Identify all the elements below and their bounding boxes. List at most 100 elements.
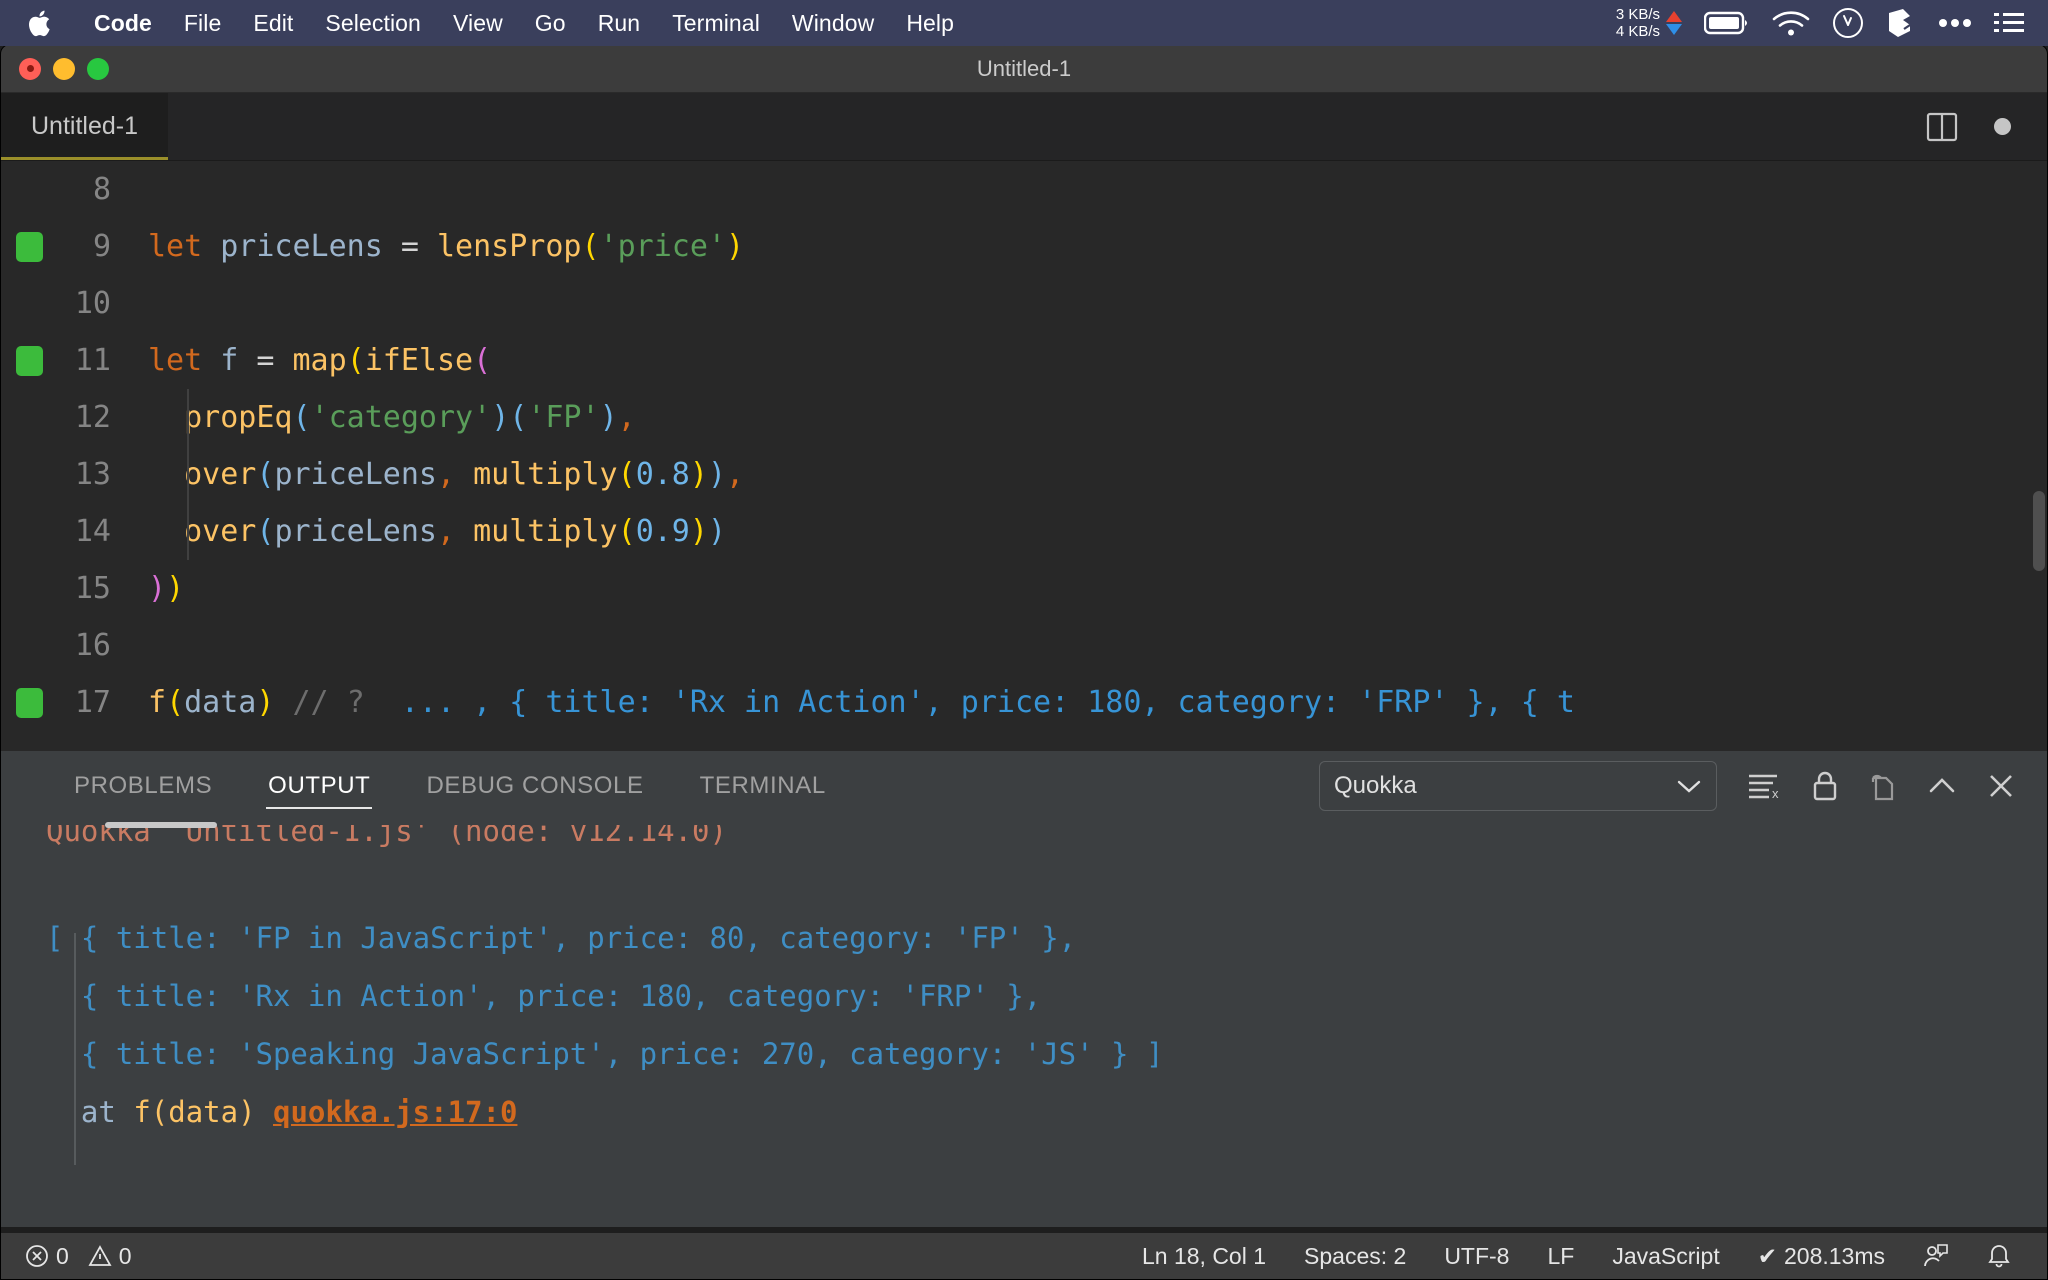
menu-item-file[interactable]: File [168,10,237,37]
code-token: 0.9 [635,514,690,549]
output-text: { title: 'Speaking JavaScript', price: 2… [46,1037,1164,1071]
code-line[interactable]: 11 let f = map(ifElse( [1,332,2047,389]
menu-item-go[interactable]: Go [519,10,582,37]
code-token: over [184,514,257,549]
code-token: priceLens [274,514,437,549]
status-language-mode[interactable]: JavaScript [1596,1243,1735,1270]
control-center-icon[interactable] [1994,11,2024,35]
zoom-button[interactable] [87,57,109,80]
output-line: { title: 'Speaking JavaScript', price: 2… [46,1025,2047,1083]
code-token: let [148,343,203,378]
quokka-live-marker-icon[interactable] [16,345,43,376]
output-line: [ { title: 'FP in JavaScript', price: 80… [46,909,2047,967]
panel-tab-bar: PROBLEMS OUTPUT DEBUG CONSOLE TERMINAL Q… [1,751,2047,821]
editor-actions [1926,93,2047,160]
code-line[interactable]: 15)) [1,560,2047,617]
panel-actions: Quokka x [1319,761,2047,811]
bell-icon [1987,1243,2011,1269]
output-text: [ { title: 'FP in JavaScript', price: 80… [46,921,1077,955]
menu-item-run[interactable]: Run [582,10,657,37]
tab-output[interactable]: OUTPUT [240,751,398,821]
code-line[interactable]: 17 f(data) // ? ... , { title: 'Rx in Act… [1,674,2047,731]
code-token: 0.8 [635,457,690,492]
network-speed-indicator[interactable]: 3 KB/s 4 KB/s [1616,6,1682,40]
code-token: ifElse [364,343,474,378]
code-line[interactable]: 9 let priceLens = lensProp('price') [1,218,2047,275]
code-token: ... , { title: 'Rx in Action', price: 18… [400,685,1575,720]
maximize-panel-icon[interactable] [1927,774,1957,798]
close-panel-icon[interactable] [1987,772,2015,800]
status-encoding[interactable]: UTF-8 [1428,1243,1525,1270]
code-token: ( [346,343,365,378]
menu-item-selection[interactable]: Selection [309,10,437,37]
menu-item-edit[interactable]: Edit [237,10,309,37]
output-line: { title: 'Rx in Action', price: 180, cat… [46,967,2047,1025]
download-speed: 4 KB/s [1615,23,1660,40]
code-editor[interactable]: 8 9 let priceLens = lensProp('price') 10 11 l… [1,161,2047,751]
menu-item-code[interactable]: Code [78,10,168,37]
editor-vertical-scrollbar[interactable] [2033,491,2045,571]
menu-item-view[interactable]: View [437,10,519,37]
quokka-live-marker-icon[interactable] [16,231,43,262]
code-token: ) [491,400,510,435]
line-number: 15 [74,571,111,606]
menu-item-terminal[interactable]: Terminal [656,10,776,37]
output-line: at f(data) quokka.js:17:0 [46,1083,2047,1141]
code-token: ) [599,400,618,435]
code-token: , [617,400,636,435]
status-eol[interactable]: LF [1531,1243,1590,1270]
line-number: 14 [74,514,111,549]
tab-untitled-1[interactable]: Untitled-1 [1,93,169,160]
code-token: priceLens [274,457,437,492]
quokka-live-marker-icon[interactable] [16,687,43,718]
output-panel-body[interactable]: Quokka 'Untitled-1.js' (node: v12.14.0) [… [1,821,2047,1227]
code-line[interactable]: 13 over(priceLens, multiply(0.8)), [1,446,2047,503]
code-line[interactable]: 8 [1,161,2047,218]
close-button[interactable] [19,57,41,80]
tab-output-label: OUTPUT [268,772,371,799]
open-in-editor-icon[interactable] [1869,770,1897,802]
clear-output-icon[interactable]: x [1747,771,1781,801]
status-feedback[interactable] [1907,1243,1965,1269]
code-token: ( [256,514,275,549]
menu-item-help[interactable]: Help [890,10,970,37]
status-notifications[interactable] [1971,1243,2027,1269]
tab-terminal[interactable]: TERMINAL [672,751,854,821]
minimize-button[interactable] [53,57,75,80]
code-token: ) [726,229,745,264]
gauge-icon[interactable] [1832,7,1864,39]
code-line[interactable]: 12 propEq('category')('FP'), [1,389,2047,446]
split-editor-icon[interactable] [1926,111,1958,143]
code-token: ( [617,514,636,549]
lock-scroll-icon[interactable] [1811,770,1839,802]
output-channel-select[interactable]: Quokka [1319,761,1717,811]
code-line[interactable]: 10 [1,275,2047,332]
code-token: multiply [473,457,618,492]
wifi-icon[interactable] [1772,10,1810,37]
code-token: ( [617,457,636,492]
code-token: priceLens [220,229,383,264]
code-token: 'FP' [527,400,600,435]
tab-problems[interactable]: PROBLEMS [46,751,240,821]
indent-guide [187,503,189,560]
battery-icon[interactable] [1704,11,1750,35]
code-token: , [726,457,745,492]
status-problems[interactable]: 0 0 [15,1243,142,1270]
unsaved-dot-icon[interactable] [1994,118,2011,135]
tab-debug-console[interactable]: DEBUG CONSOLE [398,751,671,821]
status-indentation[interactable]: Spaces: 2 [1288,1243,1422,1270]
code-line[interactable]: 16 [1,617,2047,674]
dropbox-icon[interactable] [1886,7,1916,39]
code-line[interactable]: 14 over(priceLens, multiply(0.9)) [1,503,2047,560]
code-token: multiply [473,514,618,549]
status-quokka[interactable]: ✔ 208.13ms [1742,1243,1901,1270]
output-horizontal-scrollbar[interactable] [105,822,217,828]
apple-logo-icon[interactable] [26,8,52,38]
ellipsis-icon[interactable] [1938,17,1972,29]
menu-item-window[interactable]: Window [776,10,890,37]
output-source-link[interactable]: quokka.js:17:0 [273,1095,517,1129]
upload-speed: 3 KB/s [1615,6,1660,23]
status-cursor-position[interactable]: Ln 18, Col 1 [1126,1243,1282,1270]
